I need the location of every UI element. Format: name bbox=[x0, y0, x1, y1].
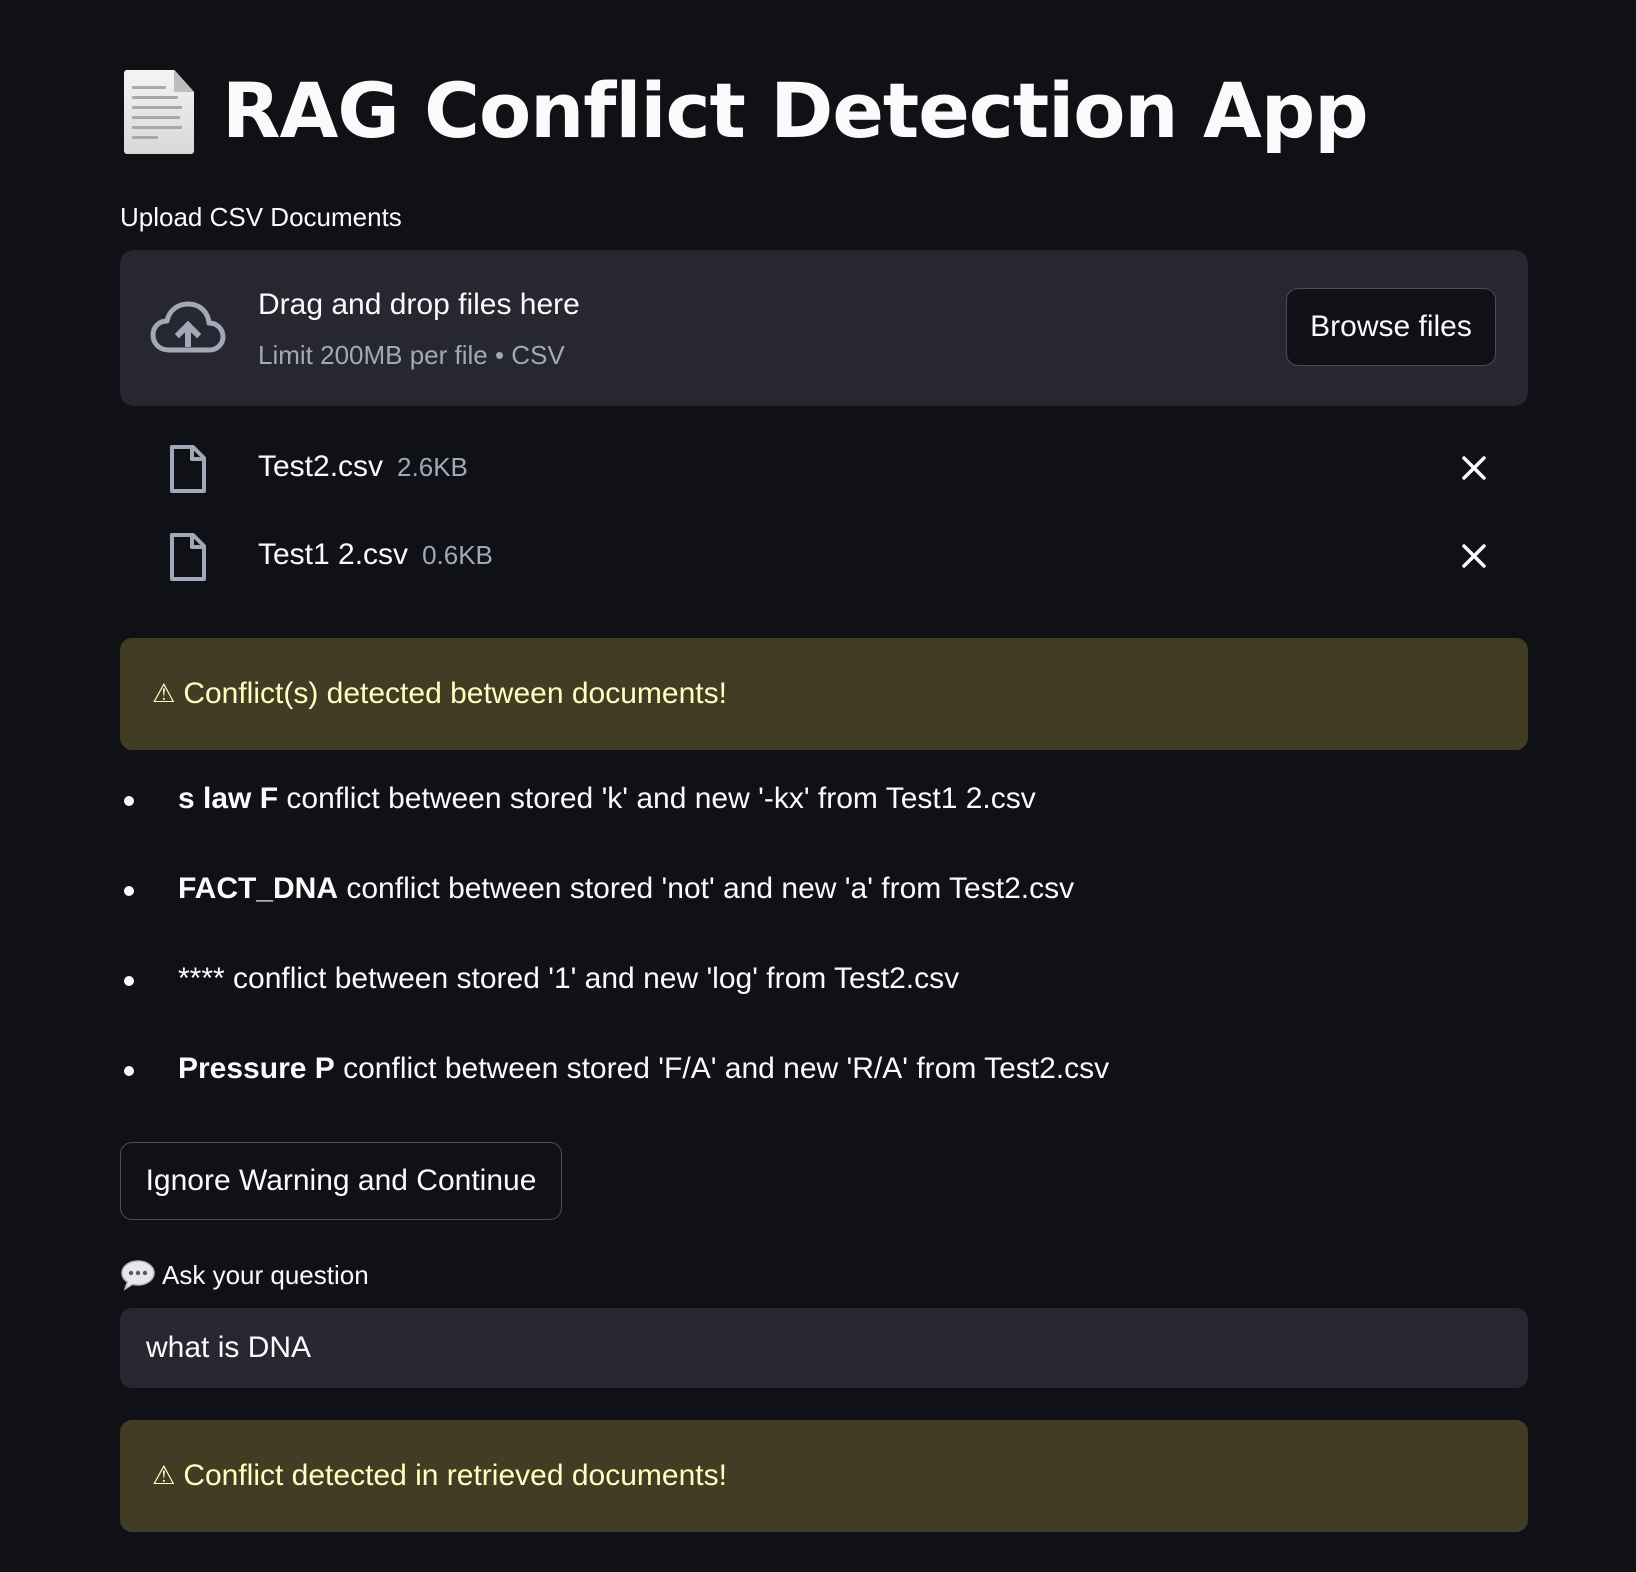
documents-conflict-warning: ⚠ Conflict(s) detected between documents… bbox=[120, 638, 1528, 750]
retrieved-conflict-warning: ⚠ Conflict detected in retrieved documen… bbox=[120, 1420, 1528, 1532]
conflict-description: conflict between stored 'F/A' and new 'R… bbox=[343, 1052, 1110, 1085]
page-title-row: RAG Conflict Detection App bbox=[120, 60, 1369, 160]
question-input[interactable] bbox=[120, 1308, 1528, 1388]
file-dropzone[interactable]: Drag and drop files here Limit 200MB per… bbox=[120, 250, 1528, 406]
conflict-description: **** conflict between stored '1' and new… bbox=[178, 962, 960, 995]
bullet bbox=[124, 1066, 134, 1076]
uploaded-file-item: Test1 2.csv 0.6KB bbox=[120, 518, 1528, 598]
conflict-key: Pressure P bbox=[178, 1052, 335, 1085]
uploaded-file-item: Test2.csv 2.6KB bbox=[120, 430, 1528, 510]
speech-balloon-icon bbox=[121, 1260, 155, 1291]
dropzone-title: Drag and drop files here bbox=[258, 288, 580, 321]
page-facing-up-icon bbox=[120, 66, 196, 154]
browse-files-button[interactable]: Browse files bbox=[1286, 288, 1496, 366]
conflict-key: FACT_DNA bbox=[178, 872, 339, 905]
list-item: **** conflict between stored '1' and new… bbox=[120, 956, 1528, 1046]
question-label: Ask your question bbox=[120, 1258, 369, 1292]
app-page: RAG Conflict Detection App Upload CSV Do… bbox=[0, 0, 1636, 1572]
ignore-warning-button[interactable]: Ignore Warning and Continue bbox=[120, 1142, 562, 1220]
conflict-description: conflict between stored 'k' and new '-kx… bbox=[286, 782, 1036, 815]
list-item: Pressure P conflict between stored 'F/A'… bbox=[120, 1046, 1528, 1136]
bullet bbox=[124, 976, 134, 986]
file-icon bbox=[170, 533, 206, 581]
file-size: 2.6KB bbox=[397, 452, 468, 482]
dropzone-limit-text: Limit 200MB per file • CSV bbox=[258, 340, 565, 370]
file-name: Test1 2.csv 0.6KB bbox=[258, 538, 493, 571]
warning-text: Conflict detected in retrieved documents… bbox=[183, 1459, 727, 1492]
close-icon[interactable] bbox=[1456, 538, 1492, 574]
page-title: RAG Conflict Detection App bbox=[222, 65, 1369, 155]
warning-text: Conflict(s) detected between documents! bbox=[183, 677, 727, 710]
list-item: FACT_DNA conflict between stored 'not' a… bbox=[120, 866, 1528, 956]
upload-label: Upload CSV Documents bbox=[120, 202, 402, 232]
file-size: 0.6KB bbox=[422, 540, 493, 570]
question-label-text: Ask your question bbox=[162, 1259, 369, 1290]
warning-icon: ⚠ bbox=[152, 1461, 176, 1491]
warning-icon: ⚠ bbox=[152, 679, 176, 709]
conflict-description: conflict between stored 'not' and new 'a… bbox=[346, 872, 1075, 905]
conflict-key: s law F bbox=[178, 782, 279, 815]
conflict-list: s law F conflict between stored 'k' and … bbox=[120, 776, 1528, 1136]
bullet bbox=[124, 796, 134, 806]
bullet bbox=[124, 886, 134, 896]
close-icon[interactable] bbox=[1456, 450, 1492, 486]
file-name: Test2.csv 2.6KB bbox=[258, 450, 468, 483]
cloud-upload-icon bbox=[150, 301, 226, 353]
list-item: s law F conflict between stored 'k' and … bbox=[120, 776, 1528, 866]
file-icon bbox=[170, 445, 206, 493]
